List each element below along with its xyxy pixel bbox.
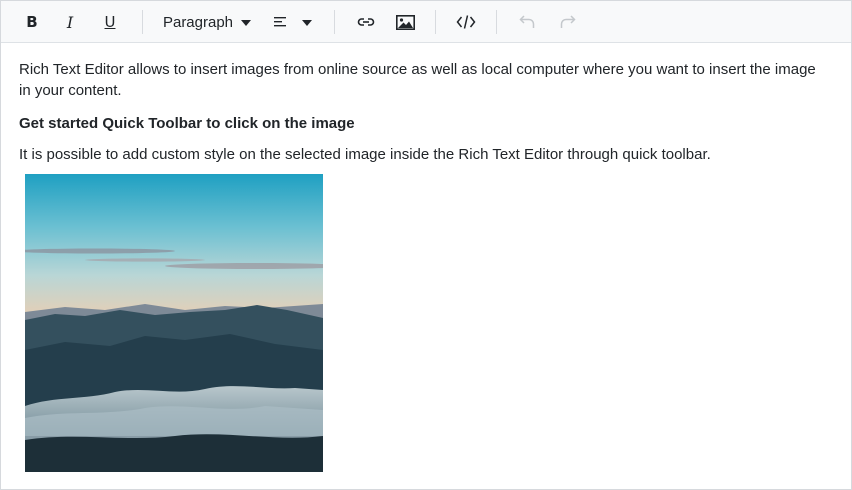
bold-icon: B: [26, 13, 38, 31]
intro-paragraph: Rich Text Editor allows to insert images…: [19, 61, 816, 99]
align-left-icon: [274, 17, 286, 27]
underline-button[interactable]: U: [93, 7, 127, 37]
toolbar-separator: [142, 10, 143, 34]
insert-link-button[interactable]: [349, 7, 383, 37]
image-icon: [395, 14, 415, 30]
redo-button[interactable]: [550, 7, 584, 37]
mountain-landscape-image: [25, 174, 323, 472]
editor-toolbar: B I U Paragraph: [1, 1, 851, 43]
italic-icon: I: [66, 12, 74, 32]
body-paragraph: It is possible to add custom style on th…: [19, 146, 711, 163]
toolbar-separator: [334, 10, 335, 34]
chevron-down-icon: [241, 20, 252, 26]
undo-button[interactable]: [511, 7, 545, 37]
bold-button[interactable]: B: [15, 7, 49, 37]
undo-icon: [519, 15, 535, 28]
alignment-dropdown[interactable]: [263, 7, 323, 37]
source-code-icon: [456, 15, 476, 29]
chevron-down-icon: [302, 20, 312, 26]
rich-text-editor: B I U Paragraph Rich Text Editor allows …: [0, 0, 852, 490]
inserted-image[interactable]: [25, 174, 323, 472]
format-dropdown[interactable]: Paragraph: [157, 7, 257, 37]
insert-image-button[interactable]: [388, 7, 422, 37]
toolbar-separator: [435, 10, 436, 34]
underline-icon: U: [104, 13, 116, 31]
toolbar-separator: [496, 10, 497, 34]
format-label: Paragraph: [162, 13, 234, 31]
link-icon: [357, 18, 375, 26]
redo-icon: [560, 15, 576, 28]
italic-button[interactable]: I: [53, 7, 87, 37]
section-heading: Get started Quick Toolbar to click on th…: [19, 115, 355, 132]
source-code-button[interactable]: [449, 7, 483, 37]
